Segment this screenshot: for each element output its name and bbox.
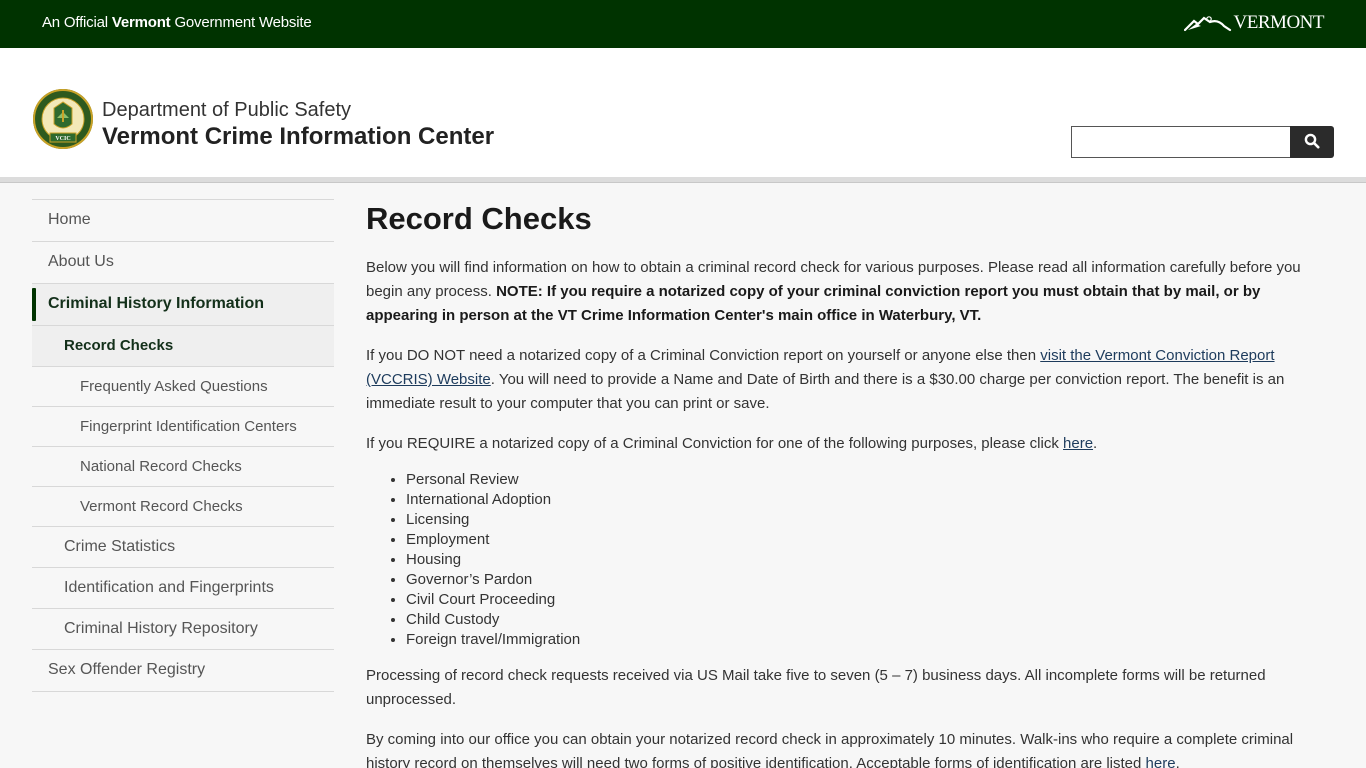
notarized-here-link[interactable]: here — [1063, 435, 1093, 452]
header-divider — [0, 177, 1366, 183]
main-content: Record Checks Below you will find inform… — [366, 199, 1336, 768]
site-name-link[interactable]: Vermont Crime Information Center — [102, 122, 494, 152]
sidebar-item-faq[interactable]: Frequently Asked Questions — [32, 366, 334, 406]
vermont-logo-text: VERMONT — [1233, 12, 1325, 33]
intro-paragraph: Below you will find information on how t… — [366, 256, 1336, 328]
vccris-text-before: If you DO NOT need a notarized copy of a… — [366, 347, 1041, 364]
search-input[interactable] — [1071, 126, 1290, 158]
list-item: Child Custody — [406, 610, 1336, 630]
page-title: Record Checks — [366, 201, 592, 236]
sidebar-item-about-us[interactable]: About Us — [32, 241, 334, 283]
official-notice-suffix: Government Website — [170, 14, 312, 31]
official-government-bar: An Official Vermont Government Website V… — [0, 0, 1366, 48]
svg-text:VCIC: VCIC — [55, 136, 70, 142]
official-notice-prefix: An Official — [42, 14, 112, 31]
walk-in-paragraph: By coming into our office you can obtain… — [366, 728, 1336, 768]
sidebar-item-criminal-history-repository[interactable]: Criminal History Repository — [32, 608, 334, 649]
site-titles: Department of Public Safety Vermont Crim… — [102, 99, 494, 152]
search-icon — [1304, 133, 1320, 152]
site-search-form — [1071, 126, 1334, 158]
official-notice-state: Vermont — [111, 14, 171, 31]
walk-in-text-after: . — [1175, 755, 1180, 768]
list-item: Housing — [406, 550, 1336, 570]
processing-paragraph: Processing of record check requests rece… — [366, 667, 1266, 708]
official-site-notice: An Official Vermont Government Website — [42, 14, 312, 31]
vermont-mountain-icon — [1183, 14, 1232, 32]
sidebar-item-identification-and-fingerprints[interactable]: Identification and Fingerprints — [32, 567, 334, 608]
sidebar-item-criminal-history-information[interactable]: Criminal History Information — [32, 283, 334, 325]
list-item: International Adoption — [406, 490, 1336, 510]
purposes-list: Personal Review International Adoption L… — [366, 470, 1336, 650]
vccris-text-after: . You will need to provide a Name and Da… — [366, 371, 1285, 412]
vermont-logo-link[interactable]: VERMONT — [1183, 12, 1325, 34]
sidebar-item-crime-statistics[interactable]: Crime Statistics — [32, 526, 334, 567]
sidebar-nav: Home About Us Criminal History Informati… — [32, 199, 334, 692]
sidebar-item-fingerprint-identification-centers[interactable]: Fingerprint Identification Centers — [32, 406, 334, 446]
notarized-text-before: If you REQUIRE a notarized copy of a Cri… — [366, 435, 1064, 452]
list-item: Employment — [406, 530, 1336, 550]
sidebar-item-record-checks[interactable]: Record Checks — [32, 325, 334, 366]
notarized-text-after: . — [1093, 435, 1098, 452]
list-item: Licensing — [406, 510, 1336, 530]
notarized-note: NOTE: If you require a notarized copy of… — [366, 283, 1261, 324]
notarized-paragraph: If you REQUIRE a notarized copy of a Cri… — [366, 432, 1336, 456]
search-button[interactable] — [1290, 126, 1334, 158]
vccris-paragraph: If you DO NOT need a notarized copy of a… — [366, 344, 1336, 416]
identification-here-link[interactable]: here — [1146, 755, 1176, 768]
department-name: Department of Public Safety — [102, 99, 352, 121]
list-item: Foreign travel/Immigration — [406, 630, 1336, 650]
vcic-seal-icon[interactable]: VCIC — [32, 88, 94, 150]
sidebar-bottom-divider — [32, 691, 334, 692]
sidebar-item-home[interactable]: Home — [32, 199, 334, 241]
sidebar-item-sex-offender-registry[interactable]: Sex Offender Registry — [32, 649, 334, 691]
sidebar-item-vermont-record-checks[interactable]: Vermont Record Checks — [32, 486, 334, 526]
list-item: Personal Review — [406, 470, 1336, 490]
list-item: Governor’s Pardon — [406, 570, 1336, 590]
list-item: Civil Court Proceeding — [406, 590, 1336, 610]
sidebar-item-national-record-checks[interactable]: National Record Checks — [32, 446, 334, 486]
site-header: VCIC Department of Public Safety Vermont… — [0, 48, 1366, 178]
